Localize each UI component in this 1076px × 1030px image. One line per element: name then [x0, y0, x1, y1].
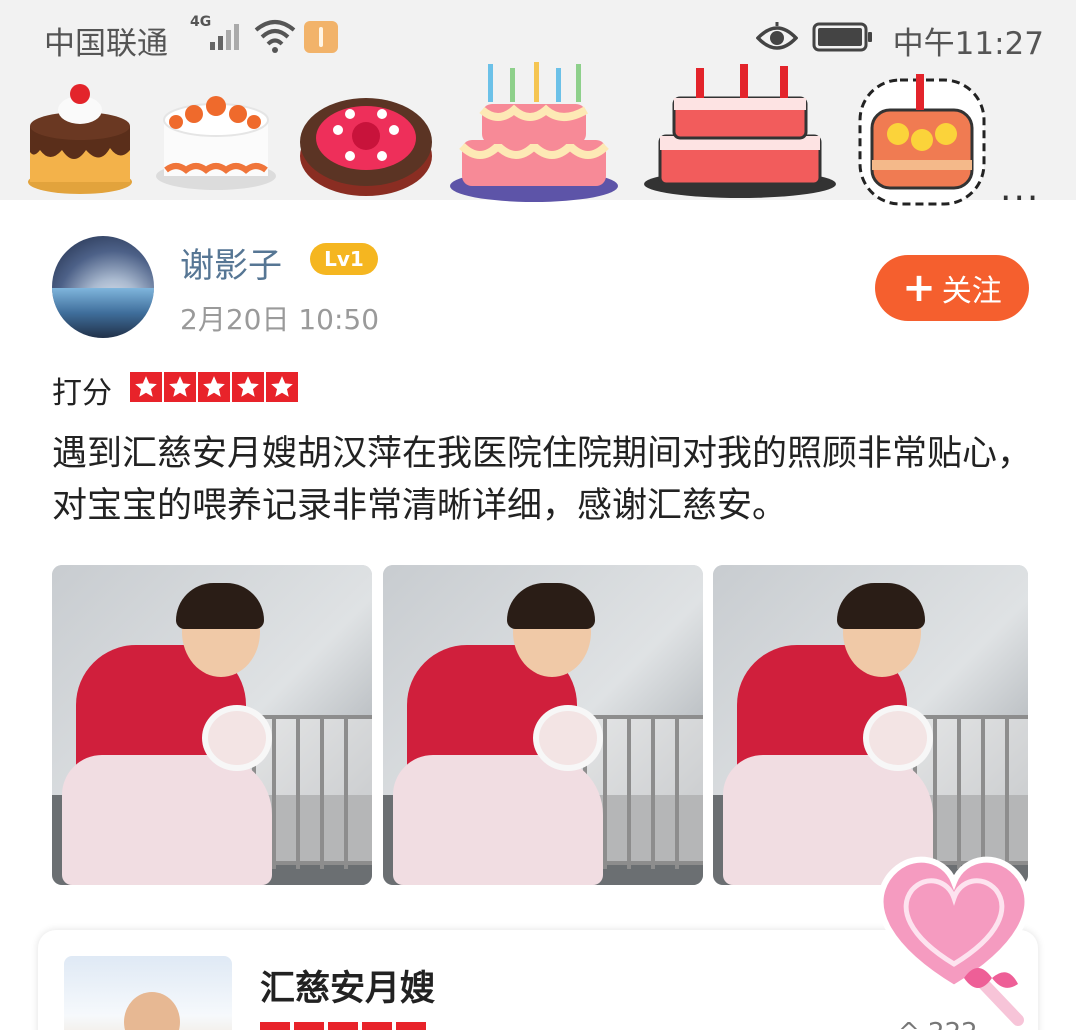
avatar-landscape: [52, 288, 154, 338]
rating-stars: [130, 372, 298, 402]
review-photo-1[interactable]: [52, 565, 372, 885]
orange-rose-cake-sticker[interactable]: [154, 84, 278, 194]
carrier-name: 中国联通: [44, 26, 168, 62]
follow-button-label: 关注: [941, 274, 1002, 309]
level-badge: Lv1: [310, 243, 378, 275]
red-chocolate-cake-sticker[interactable]: [298, 78, 434, 200]
store-rating-stars: [260, 1022, 426, 1030]
wifi-icon: [254, 20, 296, 53]
battery-icon: [812, 22, 872, 52]
post-timestamp: 2月20日 10:50: [180, 303, 380, 336]
store-name: 汇慈安月嫂: [260, 969, 436, 1009]
follow-button[interactable]: + 关注: [875, 255, 1029, 321]
pink-birthday-cake-sticker[interactable]: [448, 60, 620, 204]
review-text: 遇到汇慈安月嫂胡汉萍在我医院住院期间对我的照顾非常贴心，对宝宝的喂养记录非常清晰…: [52, 434, 1033, 526]
username[interactable]: 谢影子: [180, 238, 282, 287]
star-icon: [130, 372, 162, 402]
star-icon: [266, 372, 298, 402]
red-candle-cake-sticker[interactable]: [640, 60, 840, 202]
user-avatar[interactable]: [52, 236, 154, 338]
star-icon: [232, 372, 264, 402]
review-photo-3[interactable]: [713, 565, 1028, 885]
chocolate-cake-sticker[interactable]: [24, 70, 136, 200]
store-thumbnail: [64, 956, 232, 1030]
star-icon: [164, 372, 196, 402]
plus-icon: +: [902, 265, 936, 311]
chick-cake-sticker[interactable]: [852, 50, 992, 208]
rating-label: 打分: [52, 376, 112, 411]
review-photo-2[interactable]: [383, 565, 703, 885]
heart-lollipop-sticker[interactable]: [868, 838, 1040, 1030]
more-stickers-icon[interactable]: ···: [1000, 178, 1040, 219]
signal-icon: [210, 24, 239, 50]
eye-comfort-icon: [756, 22, 798, 50]
notification-app-icon: [304, 21, 338, 53]
star-icon: [198, 372, 230, 402]
sticker-strip: ···: [0, 60, 1076, 219]
